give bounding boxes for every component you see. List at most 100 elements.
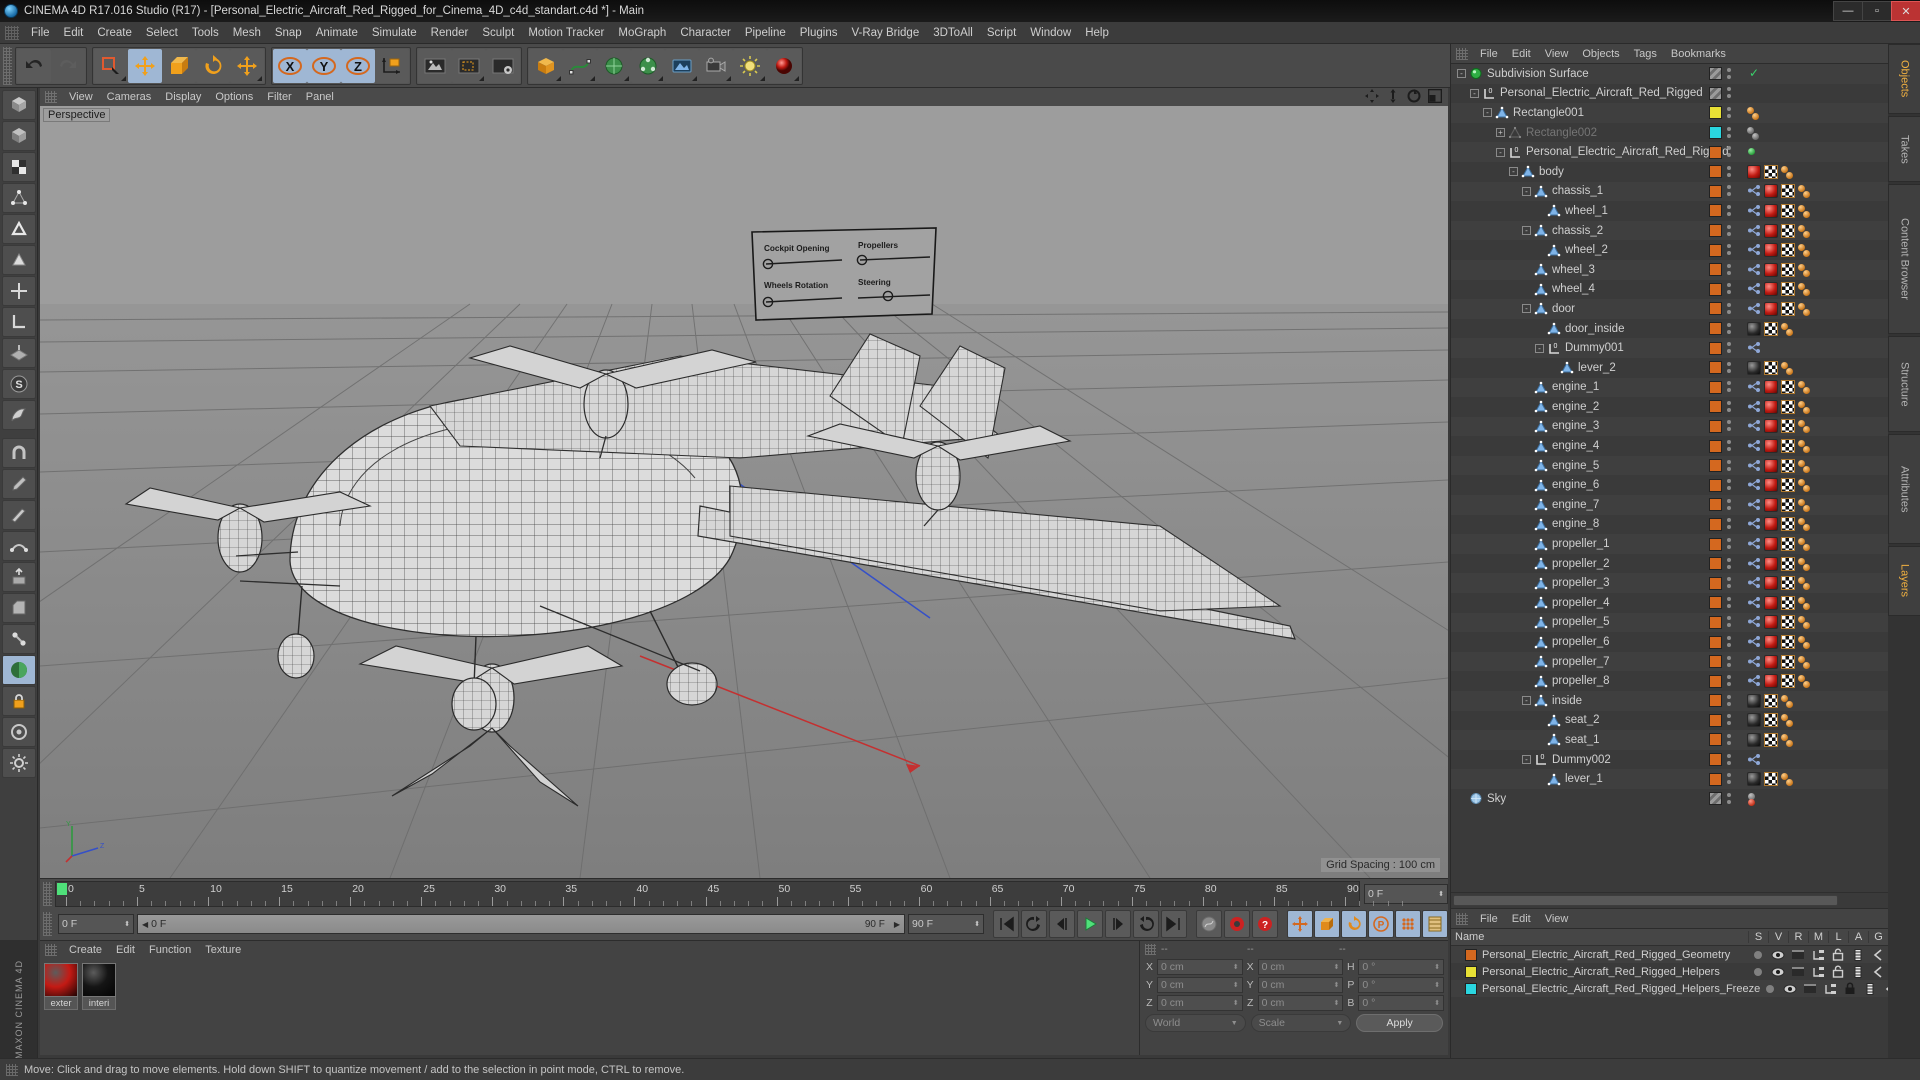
- visibility-dots-icon[interactable]: [1725, 243, 1734, 257]
- object-layer-swatch[interactable]: [1709, 361, 1722, 375]
- go-to-start-button[interactable]: [993, 910, 1019, 938]
- add-material-button[interactable]: [767, 48, 801, 83]
- layer-menu-edit[interactable]: Edit: [1505, 912, 1538, 926]
- bridge-tool-button[interactable]: [1, 531, 36, 561]
- object-tree[interactable]: - Subdivision Surface ✓ -0 Personal_Electric…: [1451, 64, 1888, 890]
- visibility-dots-icon[interactable]: [1725, 341, 1734, 355]
- material-tag-icon[interactable]: [1764, 458, 1778, 473]
- layer-column-a[interactable]: A: [1848, 931, 1868, 943]
- magnet-tool-button[interactable]: [1, 438, 36, 468]
- xpresso-tag-icon[interactable]: [1747, 498, 1761, 512]
- object-layer-swatch[interactable]: [1709, 498, 1722, 512]
- visibility-dots-icon[interactable]: [1725, 459, 1734, 473]
- solo-dot-icon[interactable]: [1748, 948, 1768, 961]
- exterior-material[interactable]: exter: [44, 963, 78, 1010]
- uvw-tag-icon[interactable]: [1781, 223, 1795, 238]
- object-menu-file[interactable]: File: [1473, 47, 1505, 61]
- material-tag-icon[interactable]: [1764, 517, 1778, 532]
- visibility-dots-icon[interactable]: [1725, 498, 1734, 512]
- timeline-end-field[interactable]: 90 F ⬍: [908, 914, 984, 934]
- object-tree-row[interactable]: propeller_6: [1451, 632, 1888, 652]
- size-input-x[interactable]: 0 cm ⬍: [1257, 959, 1344, 975]
- collapse-toggle-icon[interactable]: -: [1522, 304, 1531, 314]
- object-tree-row[interactable]: propeller_4: [1451, 593, 1888, 613]
- collapse-toggle-icon[interactable]: -: [1457, 69, 1466, 79]
- workplane-button[interactable]: [1, 338, 36, 368]
- scale-mode-select[interactable]: Scale ▼: [1250, 1014, 1352, 1032]
- stepper-icon[interactable]: ⬍: [1434, 963, 1440, 971]
- object-layer-swatch[interactable]: [1709, 126, 1722, 140]
- xpresso-tag-icon[interactable]: [1747, 615, 1761, 629]
- menu-item-create[interactable]: Create: [90, 25, 139, 41]
- material-tag-icon[interactable]: [1747, 321, 1761, 336]
- render-queue-button[interactable]: [1, 717, 36, 747]
- layer-color-swatch[interactable]: [1465, 948, 1477, 961]
- object-layer-swatch[interactable]: [1709, 772, 1722, 786]
- viewport-grip-icon[interactable]: [45, 91, 57, 103]
- object-tree-row[interactable]: - 0 Dummy001: [1451, 338, 1888, 358]
- visibility-dots-icon[interactable]: [1725, 655, 1734, 669]
- menu-item-window[interactable]: Window: [1023, 25, 1078, 41]
- expand-toggle-icon[interactable]: +: [1496, 128, 1505, 138]
- object-layer-swatch[interactable]: [1709, 106, 1722, 120]
- object-tree-row[interactable]: - chassis_2: [1451, 220, 1888, 241]
- object-layer-swatch[interactable]: [1709, 792, 1722, 806]
- object-layer-swatch[interactable]: [1709, 674, 1722, 688]
- uvw-tag-icon[interactable]: [1781, 419, 1795, 434]
- visibility-dots-icon[interactable]: [1725, 67, 1734, 81]
- animation-icon[interactable]: [1848, 948, 1868, 961]
- layer-dot-icon[interactable]: [1747, 145, 1763, 159]
- uvw-tag-icon[interactable]: [1781, 517, 1795, 532]
- uvw-tag-icon[interactable]: [1781, 262, 1795, 277]
- layer-dot-icon[interactable]: [1747, 792, 1763, 806]
- object-tree-row[interactable]: - 0 Personal_Electric_Aircraft_Red_Rigged: [1451, 83, 1888, 104]
- protection-tag-icon[interactable]: [1798, 674, 1814, 689]
- position-input-y[interactable]: 0 cm ⬍: [1157, 977, 1243, 993]
- layer-column-g[interactable]: G: [1868, 931, 1888, 943]
- stepper-icon[interactable]: ⬍: [1233, 999, 1239, 1007]
- object-manager-grip-icon[interactable]: [1456, 47, 1468, 60]
- protection-tag-icon[interactable]: [1781, 694, 1797, 708]
- uvw-tag-icon[interactable]: [1764, 772, 1778, 787]
- material-menu-function[interactable]: Function: [142, 943, 198, 957]
- uvw-tag-icon[interactable]: [1781, 595, 1795, 610]
- viewport-menu-display[interactable]: Display: [158, 90, 208, 104]
- object-layer-swatch[interactable]: [1709, 86, 1722, 100]
- play-button[interactable]: [1077, 910, 1103, 938]
- xpresso-tag-icon[interactable]: [1747, 439, 1761, 453]
- object-tree-row[interactable]: engine_2: [1451, 397, 1888, 417]
- xpresso-tag-icon[interactable]: [1747, 224, 1761, 238]
- live-selection-button[interactable]: [1, 400, 36, 430]
- object-layer-swatch[interactable]: [1709, 184, 1722, 198]
- visibility-dots-icon[interactable]: [1725, 753, 1734, 767]
- menu-item-mograph[interactable]: MoGraph: [611, 25, 673, 41]
- collapse-toggle-icon[interactable]: -: [1522, 696, 1531, 706]
- axis-y-toggle[interactable]: Y: [307, 48, 341, 83]
- scrollbar-thumb[interactable]: [1453, 895, 1838, 906]
- material-tag-icon[interactable]: [1764, 301, 1778, 316]
- size-input-y[interactable]: 0 cm ⬍: [1257, 977, 1344, 993]
- object-tree-row[interactable]: propeller_1: [1451, 534, 1888, 554]
- visibility-dots-icon[interactable]: [1725, 439, 1734, 453]
- viewport-menu-panel[interactable]: Panel: [299, 90, 341, 104]
- in-scene-control-panel[interactable]: Cockpit Opening Propellers Wheels Rotati…: [750, 226, 940, 321]
- visibility-dots-icon[interactable]: [1725, 733, 1734, 747]
- go-to-previous-frame-button[interactable]: [1049, 910, 1075, 938]
- visibility-dots-icon[interactable]: [1725, 713, 1734, 727]
- visibility-dots-icon[interactable]: [1725, 263, 1734, 277]
- object-layer-swatch[interactable]: [1709, 302, 1722, 316]
- unlocked-icon[interactable]: [1828, 965, 1848, 978]
- material-tag-icon[interactable]: [1764, 497, 1778, 512]
- visibility-dots-icon[interactable]: [1725, 517, 1734, 531]
- layer-column-name[interactable]: Name: [1451, 931, 1748, 943]
- transport-grip-icon[interactable]: [43, 912, 52, 936]
- xpresso-tag-icon[interactable]: [1747, 557, 1761, 571]
- material-tag-icon[interactable]: [1764, 576, 1778, 591]
- add-array-button[interactable]: [631, 48, 665, 83]
- world-object-axis-toggle[interactable]: [375, 48, 409, 83]
- object-layer-swatch[interactable]: [1709, 263, 1722, 277]
- render-icon[interactable]: [1788, 965, 1808, 978]
- uvw-tag-icon[interactable]: [1781, 282, 1795, 297]
- xpresso-tag-icon[interactable]: [1747, 596, 1761, 610]
- visibility-dots-icon[interactable]: [1725, 635, 1734, 649]
